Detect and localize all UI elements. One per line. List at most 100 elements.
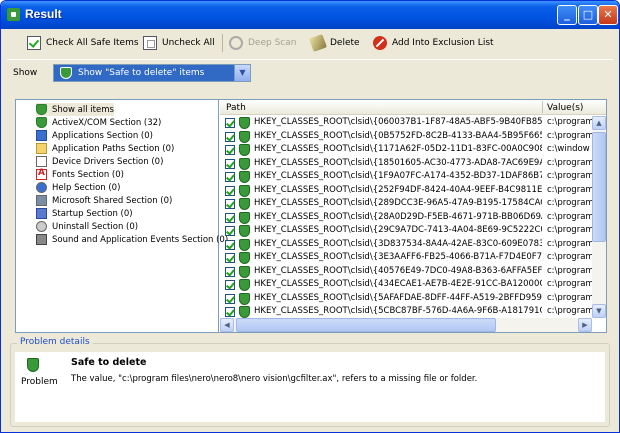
table-row[interactable]: HKEY_CLASSES_ROOT\clsid\{434ECAE1-AE7B-4… xyxy=(220,278,592,292)
row-checkbox[interactable] xyxy=(225,199,235,209)
row-checkbox[interactable] xyxy=(225,212,235,223)
table-row[interactable]: HKEY_CLASSES_ROOT\clsid\{29C9A7DC-7413-4… xyxy=(220,224,592,238)
shield-icon xyxy=(239,306,250,318)
shield-icon xyxy=(239,252,250,264)
column-header-value[interactable]: Value(s) xyxy=(547,103,583,113)
close-button[interactable]: ✕ xyxy=(598,5,618,25)
scroll-right-button[interactable]: ▶ xyxy=(578,318,592,332)
app-icon xyxy=(7,8,20,21)
vertical-scrollbar[interactable]: ▲ ▼ xyxy=(592,116,606,318)
grid-rows: HKEY_CLASSES_ROOT\clsid\{060037B1-1F87-4… xyxy=(220,116,592,318)
tree-item-activex[interactable]: ActiveX/COM Section (32) xyxy=(36,116,161,129)
row-checkbox[interactable] xyxy=(225,239,235,250)
problem-details-legend: Problem details xyxy=(17,337,93,347)
tree-item-show-all[interactable]: Show all items xyxy=(36,103,114,116)
row-value: c:\program xyxy=(547,130,592,141)
shield-icon xyxy=(239,157,250,170)
title-bar[interactable]: Result _ □ ✕ xyxy=(1,1,619,29)
row-path: HKEY_CLASSES_ROOT\clsid\{3D837534-8A4A-4… xyxy=(254,238,542,249)
window-title: Result xyxy=(25,7,62,21)
scroll-down-button[interactable]: ▼ xyxy=(592,304,606,318)
tree-item-help[interactable]: Help Section (0) xyxy=(36,181,120,194)
row-path: HKEY_CLASSES_ROOT\clsid\{060037B1-1F87-4… xyxy=(254,117,542,127)
tree-item-fonts[interactable]: Fonts Section (0) xyxy=(36,168,124,181)
row-value: c:\program xyxy=(547,238,592,249)
column-divider[interactable] xyxy=(542,101,543,113)
table-row[interactable]: HKEY_CLASSES_ROOT\clsid\{252F94DF-8424-4… xyxy=(220,184,592,198)
table-row[interactable]: HKEY_CLASSES_ROOT\clsid\{5AFAFDAE-8DFF-4… xyxy=(220,292,592,306)
tree-item-ms-shared[interactable]: Microsoft Shared Section (0) xyxy=(36,194,172,207)
show-label: Show xyxy=(13,68,38,78)
tree-item-applications[interactable]: Applications Section (0) xyxy=(36,129,153,142)
shield-icon xyxy=(60,67,72,79)
add-exclusion-button[interactable]: Add Into Exclusion List xyxy=(373,33,494,53)
table-row[interactable]: HKEY_CLASSES_ROOT\clsid\{1F9A07FC-A174-4… xyxy=(220,170,592,184)
row-checkbox[interactable] xyxy=(225,266,235,277)
scroll-up-button[interactable]: ▲ xyxy=(592,116,606,130)
row-checkbox[interactable] xyxy=(225,118,235,128)
table-row[interactable]: HKEY_CLASSES_ROOT\clsid\{0B5752FD-8C2B-4… xyxy=(220,130,592,144)
table-row[interactable]: HKEY_CLASSES_ROOT\clsid\{28A0D29D-F5EB-4… xyxy=(220,211,592,225)
maximize-button[interactable]: □ xyxy=(578,5,598,25)
table-row[interactable]: HKEY_CLASSES_ROOT\clsid\{1171A62F-05D2-1… xyxy=(220,143,592,157)
row-checkbox[interactable] xyxy=(225,185,235,196)
uncheck-all-icon xyxy=(143,36,157,50)
table-row[interactable]: HKEY_CLASSES_ROOT\clsid\{3D837534-8A4A-4… xyxy=(220,238,592,252)
tree-item-label: Uninstall Section (0) xyxy=(52,221,139,232)
row-checkbox[interactable] xyxy=(225,307,235,317)
tree-item-app-paths[interactable]: Application Paths Section (0) xyxy=(36,142,174,155)
minimize-button[interactable]: _ xyxy=(557,5,577,25)
horizontal-scroll-thumb[interactable] xyxy=(236,318,496,332)
show-filter-select[interactable]: Show "Safe to delete" items ▼ xyxy=(53,64,251,82)
delete-button[interactable]: Delete xyxy=(309,33,360,53)
tree-item-label: Startup Section (0) xyxy=(52,208,133,219)
row-path: HKEY_CLASSES_ROOT\clsid\{1F9A07FC-A174-4… xyxy=(254,171,542,181)
table-row[interactable]: HKEY_CLASSES_ROOT\clsid\{060037B1-1F87-4… xyxy=(220,116,592,130)
deep-scan-button[interactable]: Deep Scan xyxy=(229,33,296,53)
deep-scan-label: Deep Scan xyxy=(248,38,297,48)
table-row[interactable]: HKEY_CLASSES_ROOT\clsid\{40576E49-7DC0-4… xyxy=(220,265,592,279)
vertical-scroll-thumb[interactable] xyxy=(592,132,606,242)
toolbar: Check All Safe Items Uncheck All Deep Sc… xyxy=(7,31,613,55)
shield-icon xyxy=(239,117,250,129)
shield-icon xyxy=(239,292,250,305)
row-checkbox[interactable] xyxy=(225,280,235,290)
speaker-icon xyxy=(36,234,47,245)
row-value: c:\program xyxy=(547,184,592,195)
horizontal-scrollbar[interactable]: ◀ ▶ xyxy=(220,318,592,332)
column-header-path[interactable]: Path xyxy=(226,103,246,113)
table-row[interactable]: HKEY_CLASSES_ROOT\clsid\{5CBC87BF-576D-4… xyxy=(220,305,592,318)
chevron-down-icon[interactable]: ▼ xyxy=(234,65,250,81)
row-checkbox[interactable] xyxy=(225,253,235,263)
table-row[interactable]: HKEY_CLASSES_ROOT\clsid\{3E3AAFF6-FB25-4… xyxy=(220,251,592,265)
shield-icon xyxy=(36,104,47,115)
table-row[interactable]: HKEY_CLASSES_ROOT\clsid\{289DCC3E-96A5-4… xyxy=(220,197,592,211)
tree-item-uninstall[interactable]: Uninstall Section (0) xyxy=(36,220,138,233)
shield-icon xyxy=(239,225,250,237)
row-checkbox[interactable] xyxy=(225,131,235,142)
row-checkbox[interactable] xyxy=(225,293,235,304)
row-checkbox[interactable] xyxy=(225,145,235,155)
tree-item-label: Show all items xyxy=(52,104,114,115)
shield-icon xyxy=(239,144,250,156)
tree-item-device-drivers[interactable]: Device Drivers Section (0) xyxy=(36,155,163,168)
tree-item-sound-events[interactable]: Sound and Application Events Section (0) xyxy=(36,233,228,246)
row-path: HKEY_CLASSES_ROOT\clsid\{5AFAFDAE-8DFF-4… xyxy=(254,292,542,303)
check-all-button[interactable]: Check All Safe Items xyxy=(27,33,139,53)
table-row[interactable]: HKEY_CLASSES_ROOT\clsid\{18501605-AC30-4… xyxy=(220,157,592,171)
row-checkbox[interactable] xyxy=(225,172,235,182)
row-value: c:\program xyxy=(547,279,592,289)
scroll-left-button[interactable]: ◀ xyxy=(220,318,234,332)
row-value: c:\program xyxy=(547,171,592,181)
row-checkbox[interactable] xyxy=(225,158,235,169)
uncheck-all-button[interactable]: Uncheck All xyxy=(143,33,215,53)
toolbar-separator xyxy=(222,34,223,52)
filter-bar: Show Show "Safe to delete" items ▼ xyxy=(7,59,613,86)
chip-icon xyxy=(36,156,47,167)
tree-item-startup[interactable]: Startup Section (0) xyxy=(36,207,133,220)
problem-title: Safe to delete xyxy=(71,357,147,368)
shield-icon xyxy=(239,184,250,197)
tree-item-label: Device Drivers Section (0) xyxy=(52,156,164,167)
eraser-icon xyxy=(309,34,327,52)
row-checkbox[interactable] xyxy=(225,226,235,236)
